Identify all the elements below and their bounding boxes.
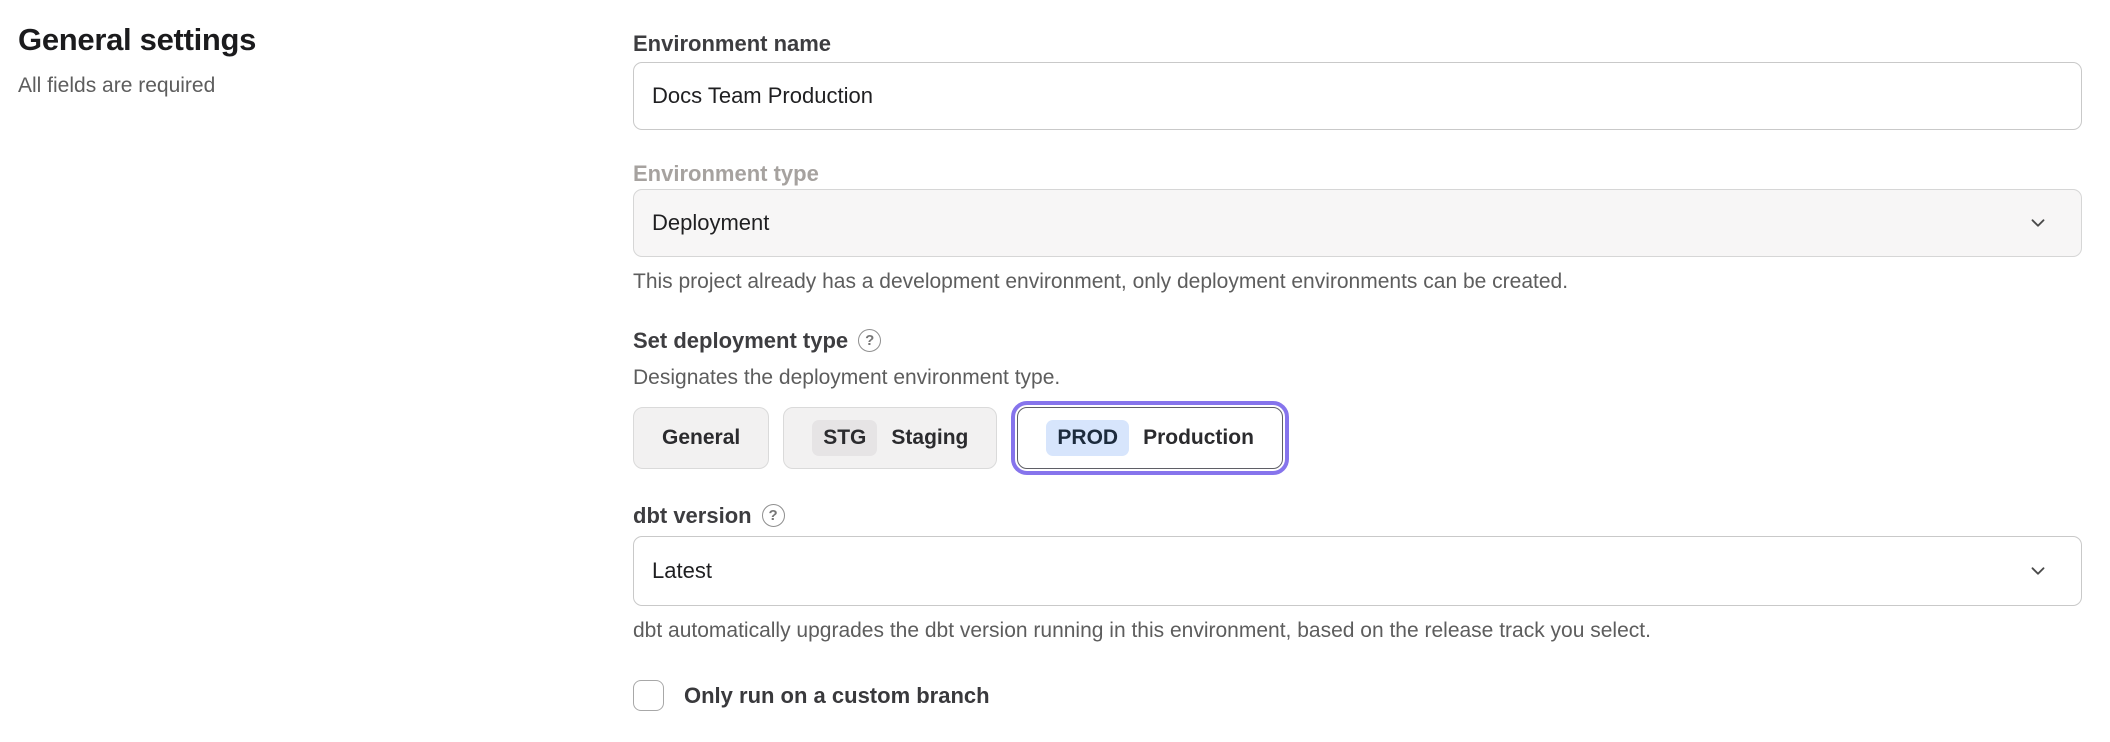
page-subtitle: All fields are required	[18, 74, 256, 98]
dbt-version-select[interactable]: Latest	[633, 536, 2082, 606]
deployment-type-option-production[interactable]: PROD Production	[1017, 407, 1283, 469]
general-settings-form: Environment name Environment type Deploy…	[633, 30, 2082, 711]
environment-name-label: Environment name	[633, 30, 2082, 57]
environment-type-select: Deployment	[633, 189, 2082, 257]
deployment-type-helper: Designates the deployment environment ty…	[633, 365, 2082, 391]
environment-type-label: Environment type	[633, 160, 2082, 187]
question-mark-circle-icon[interactable]: ?	[858, 329, 881, 352]
chevron-down-icon	[2027, 560, 2049, 582]
environment-name-input[interactable]	[633, 62, 2082, 130]
environment-type-value: Deployment	[652, 210, 769, 236]
chevron-down-icon	[2027, 212, 2049, 234]
deployment-type-option-staging[interactable]: STG Staging	[783, 407, 997, 469]
custom-branch-row: Only run on a custom branch	[633, 680, 2082, 711]
dbt-version-label: dbt version ?	[633, 502, 2082, 529]
deployment-type-options: General STG Staging PROD Production	[633, 407, 2082, 469]
question-mark-circle-icon[interactable]: ?	[762, 504, 785, 527]
custom-branch-checkbox[interactable]	[633, 680, 664, 711]
environment-type-helper: This project already has a development e…	[633, 269, 2082, 295]
deployment-type-label: Set deployment type ?	[633, 327, 2082, 354]
dbt-version-helper: dbt automatically upgrades the dbt versi…	[633, 618, 2082, 644]
prod-badge: PROD	[1046, 420, 1129, 455]
stg-badge: STG	[812, 420, 877, 455]
deployment-type-option-general[interactable]: General	[633, 407, 769, 469]
page-title: General settings	[18, 22, 256, 58]
custom-branch-label: Only run on a custom branch	[684, 683, 990, 709]
page-header: General settings All fields are required	[18, 22, 256, 98]
dbt-version-value: Latest	[652, 558, 712, 584]
